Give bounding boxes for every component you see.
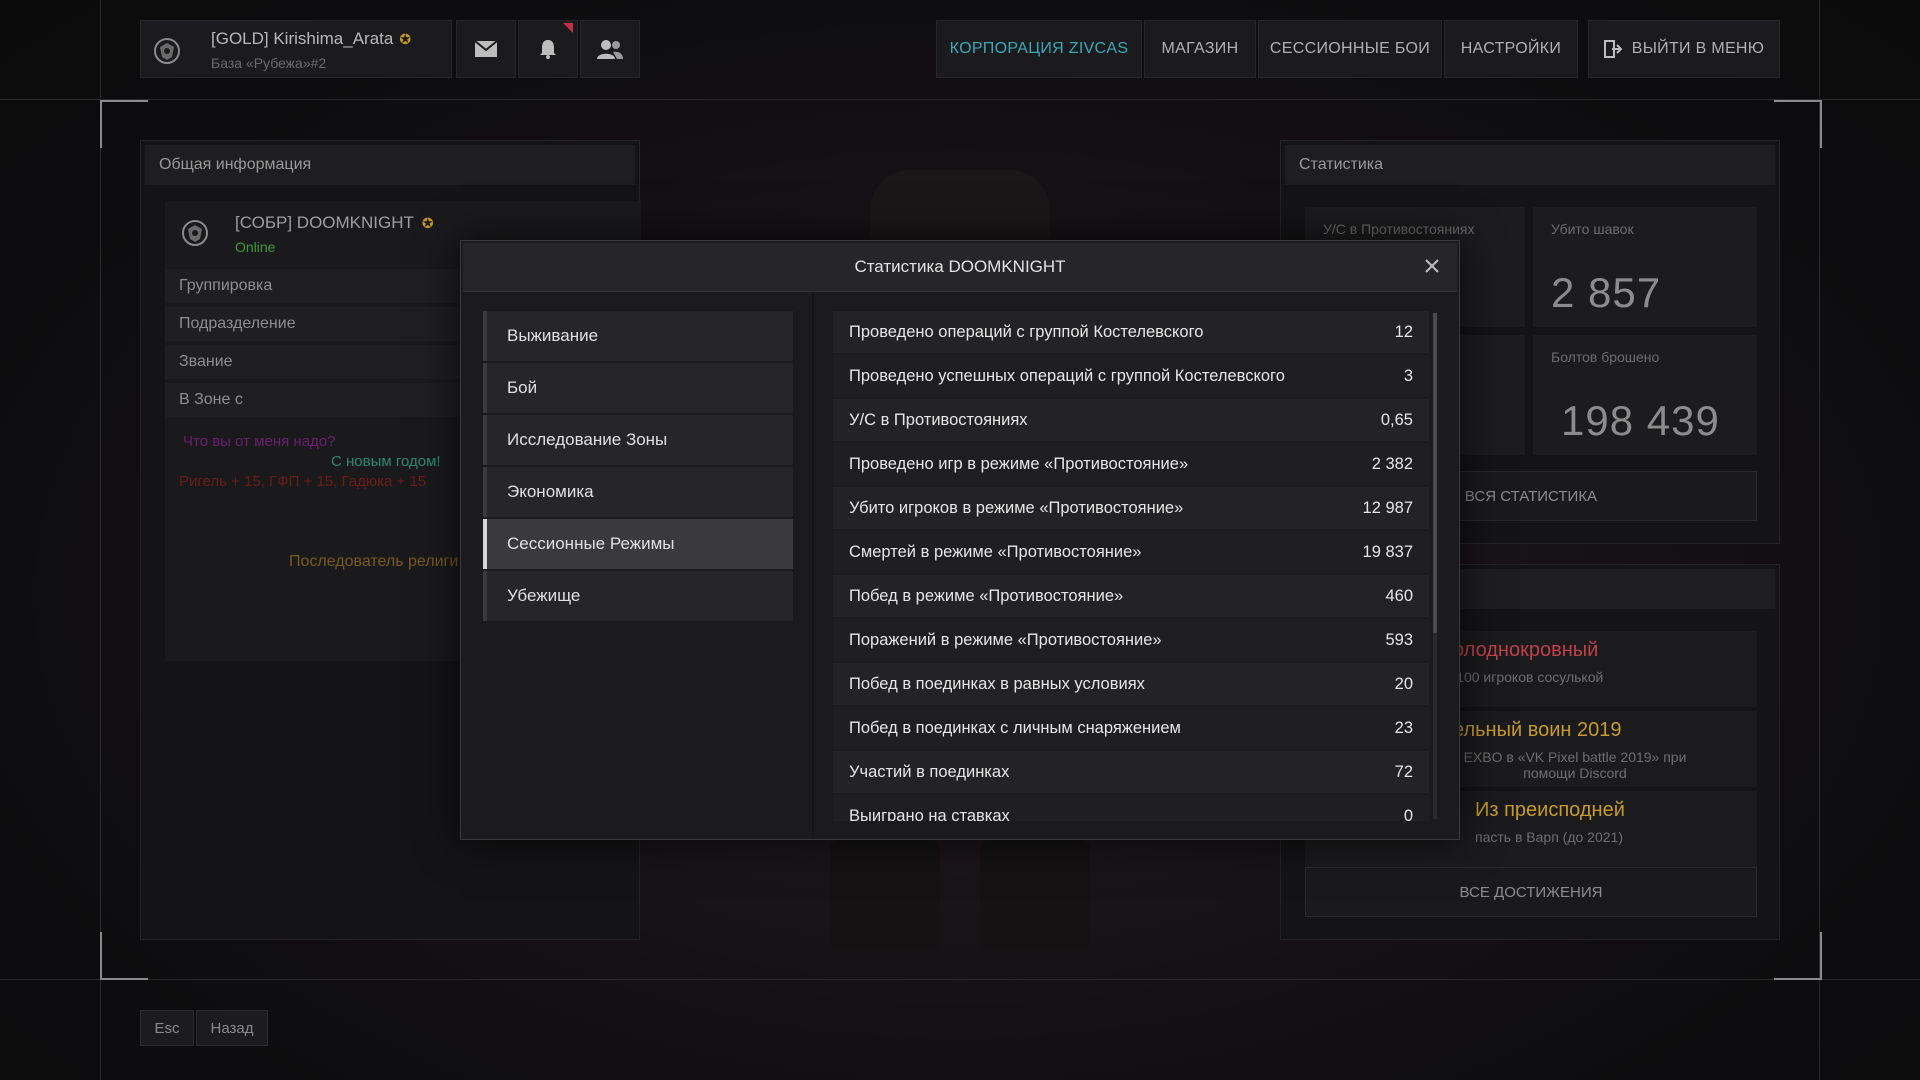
mail-icon bbox=[474, 40, 498, 57]
player-stats-modal: Статистика DOOMKNIGHT Выживание Бой Иссл… bbox=[460, 240, 1460, 840]
frame-line-right bbox=[1819, 0, 1820, 1080]
nav-shop[interactable]: МАГАЗИН bbox=[1144, 20, 1256, 78]
exit-icon bbox=[1603, 40, 1622, 58]
panel-title: Общая информация bbox=[145, 145, 635, 185]
achievement-title: Из преисподней bbox=[1475, 799, 1625, 821]
stat-row: Побед в режиме «Противостояние» 460 bbox=[833, 575, 1429, 617]
frame-corner bbox=[1774, 100, 1822, 148]
nav-corporation[interactable]: КОРПОРАЦИЯ ZIVCAS bbox=[936, 20, 1142, 78]
achievement-desc: пасть в Варп (до 2021) bbox=[1475, 829, 1623, 845]
character-boot bbox=[980, 840, 1090, 950]
frame-line-top bbox=[0, 99, 1920, 100]
stat-tile-label: Болтов брошено bbox=[1551, 349, 1660, 365]
stat-row: Смертей в режиме «Противостояние» 19 837 bbox=[833, 531, 1429, 573]
stat-row: Проведено операций с группой Костелевско… bbox=[833, 311, 1429, 353]
nav-session-battles[interactable]: СЕССИОННЫЕ БОИ bbox=[1258, 20, 1442, 78]
stat-row: Поражений в режиме «Противостояние» 593 bbox=[833, 619, 1429, 661]
modal-header: Статистика DOOMKNIGHT bbox=[463, 243, 1457, 292]
stat-tile-label: Убито шавок bbox=[1551, 221, 1634, 237]
category-shelter[interactable]: Убежище bbox=[483, 571, 793, 621]
category-economy[interactable]: Экономика bbox=[483, 467, 793, 517]
stat-tile-value: 2 857 bbox=[1551, 269, 1662, 316]
exit-label: ВЫЙТИ В МЕНЮ bbox=[1631, 40, 1765, 57]
modal-divider bbox=[812, 293, 814, 839]
stat-tile-bolts: Болтов брошено 198 439 bbox=[1533, 335, 1757, 455]
friends-button[interactable] bbox=[580, 20, 640, 78]
bio-follower: Последователь религи bbox=[289, 553, 459, 570]
frame-line-left bbox=[100, 0, 101, 1080]
stat-row: Участий в поединках 72 bbox=[833, 751, 1429, 793]
stat-row: Выиграно на ставках 0 bbox=[833, 795, 1429, 821]
gold-star-icon: ✪ bbox=[399, 31, 412, 47]
frame-corner bbox=[1774, 932, 1822, 980]
all-achievements-button[interactable]: ВСЕ ДОСТИЖЕНИЯ bbox=[1305, 867, 1757, 917]
profile-player-name: [СОБР] DOOMKNIGHT ✪ bbox=[235, 213, 434, 232]
stat-row: Проведено игр в режиме «Противостояние» 2… bbox=[833, 443, 1429, 485]
achievement-desc: EXBO в «VK Pixel battle 2019» при помощи… bbox=[1463, 749, 1687, 781]
category-exploration[interactable]: Исследование Зоны bbox=[483, 415, 793, 465]
achievement-title: олоднокровный bbox=[1453, 639, 1599, 661]
stat-tile-kills: Убито шавок 2 857 bbox=[1533, 207, 1757, 327]
stats-list: Проведено операций с группой Костелевско… bbox=[833, 311, 1429, 821]
player-base: База «Рубежа»#2 bbox=[211, 55, 327, 71]
category-list: Выживание Бой Исследование Зоны Экономик… bbox=[483, 311, 793, 623]
scrollbar-thumb[interactable] bbox=[1433, 313, 1437, 633]
bio-greeting: С новым годом! bbox=[331, 453, 441, 470]
nav-settings[interactable]: НАСТРОЙКИ bbox=[1444, 20, 1578, 78]
faction-emblem-icon bbox=[182, 220, 208, 246]
esc-key-hint[interactable]: Esc bbox=[140, 1010, 194, 1046]
achievement-title: ельный воин 2019 bbox=[1453, 719, 1622, 741]
panel-title: Статистика bbox=[1285, 145, 1775, 185]
faction-emblem-icon bbox=[154, 38, 180, 64]
player-card[interactable]: [GOLD] Kirishima_Arata ✪ База «Рубежа»#2 bbox=[140, 20, 452, 78]
notifications-button[interactable] bbox=[518, 20, 578, 78]
stat-row: Проведено успешных операций с группой Ко… bbox=[833, 355, 1429, 397]
exit-to-menu-button[interactable]: ВЫЙТИ В МЕНЮ bbox=[1588, 20, 1780, 78]
stat-row: Побед в поединках с личным снаряжением 23 bbox=[833, 707, 1429, 749]
category-survival[interactable]: Выживание bbox=[483, 311, 793, 361]
frame-line-bottom bbox=[0, 979, 1920, 980]
stat-tile-value: 198 439 bbox=[1561, 397, 1720, 444]
category-combat[interactable]: Бой bbox=[483, 363, 793, 413]
friends-icon bbox=[597, 40, 623, 59]
stat-row: У/С в Противостояниях 0,65 bbox=[833, 399, 1429, 441]
gold-star-icon: ✪ bbox=[421, 215, 434, 231]
stat-tile-label: У/С в Противостояниях bbox=[1323, 221, 1475, 237]
online-status: Online bbox=[235, 239, 276, 255]
stat-row: Убито игроков в режиме «Противостояние» 1… bbox=[833, 487, 1429, 529]
modal-title: Статистика DOOMKNIGHT bbox=[854, 257, 1066, 276]
close-icon[interactable] bbox=[1421, 255, 1443, 277]
unread-indicator bbox=[563, 23, 573, 33]
achievement-desc: ь 100 игроков сосулькой bbox=[1445, 669, 1604, 685]
back-button[interactable]: Назад bbox=[196, 1010, 268, 1046]
stats-scrollbar[interactable] bbox=[1433, 313, 1437, 819]
mail-button[interactable] bbox=[456, 20, 516, 78]
character-boot bbox=[830, 840, 940, 950]
bio-stats: Ригель + 15, ГФП + 15, Гадюка + 15 bbox=[179, 473, 427, 490]
category-session-modes[interactable]: Сессионные Режимы bbox=[483, 519, 793, 569]
player-name: [GOLD] Kirishima_Arata ✪ bbox=[211, 29, 412, 48]
stat-row: Побед в поединках в равных условиях 20 bbox=[833, 663, 1429, 705]
bio-question: Что вы от меня надо? bbox=[183, 433, 336, 450]
character-head bbox=[870, 170, 1050, 240]
bell-icon bbox=[540, 40, 556, 59]
